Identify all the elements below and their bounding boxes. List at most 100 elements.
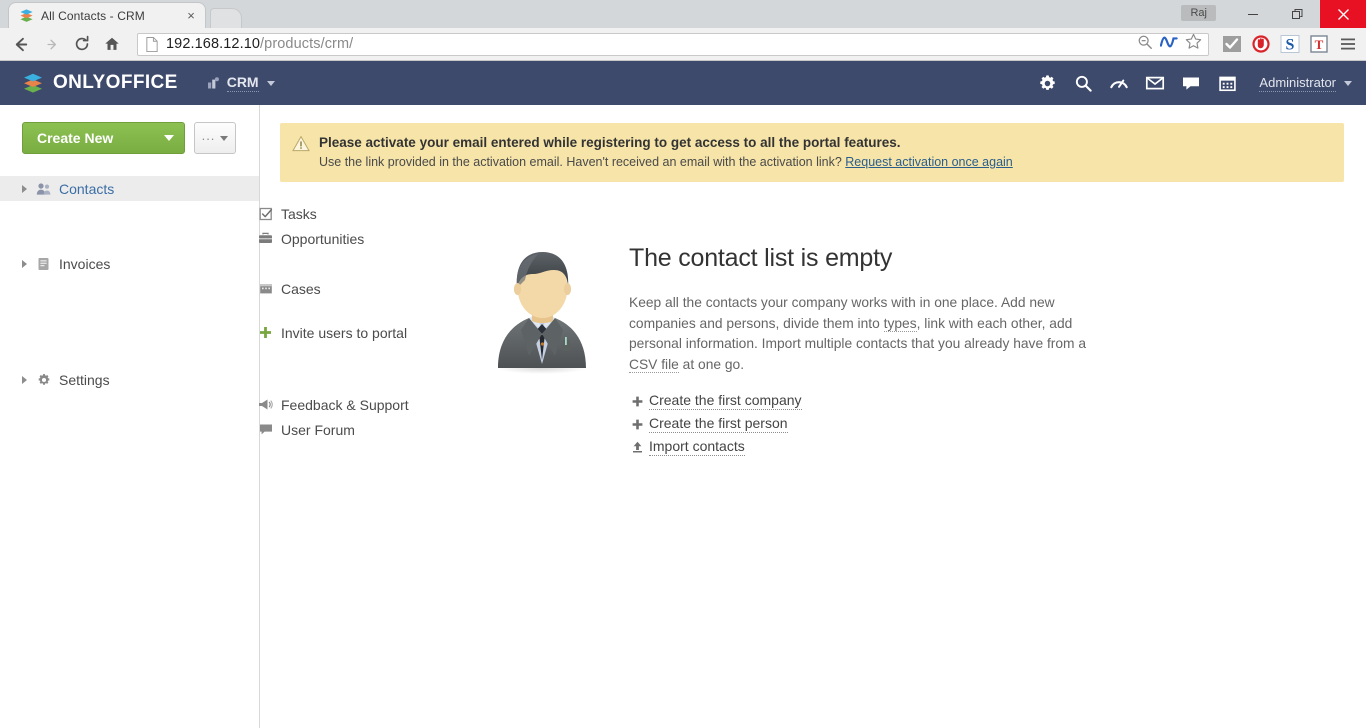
- feed-gauge-icon[interactable]: [1101, 68, 1137, 98]
- comment-icon: [257, 423, 274, 436]
- adblock-icon[interactable]: [1250, 34, 1271, 55]
- url-path: /products/crm/: [260, 36, 354, 52]
- mail-icon[interactable]: [1137, 68, 1173, 98]
- onlyoffice-stack-icon: [22, 72, 44, 94]
- sidebar-item-label: Settings: [59, 371, 110, 388]
- sidebar-item-user-forum[interactable]: User Forum: [0, 417, 355, 442]
- omnibox-icons: [1137, 33, 1204, 55]
- document-icon: [35, 257, 52, 271]
- sidebar-item-label: Feedback & Support: [281, 396, 409, 413]
- plus-icon: [629, 419, 645, 430]
- chevron-down-icon: [164, 135, 174, 141]
- banner-text: Please activate your email entered while…: [319, 134, 1013, 171]
- chrome-menu-icon[interactable]: [1337, 34, 1358, 55]
- sidebar-item-invite-users[interactable]: Invite users to portal: [0, 320, 407, 345]
- banner-headline: Please activate your email entered while…: [319, 135, 901, 150]
- action-label: Create the first person: [649, 415, 788, 433]
- bookmark-star-icon[interactable]: [1185, 33, 1202, 55]
- zoom-out-icon[interactable]: [1137, 34, 1153, 55]
- browser-tab[interactable]: All Contacts - CRM ×: [8, 2, 206, 28]
- sidebar-item-feedback-support[interactable]: Feedback & Support: [0, 392, 409, 417]
- more-actions-button[interactable]: ...: [194, 122, 236, 154]
- main-content: Please activate your email entered while…: [260, 105, 1366, 728]
- search-icon[interactable]: [1065, 68, 1101, 98]
- calendar-icon[interactable]: [1209, 68, 1245, 98]
- reload-icon[interactable]: [68, 31, 95, 58]
- restore-icon[interactable]: [1275, 0, 1320, 28]
- create-new-label: Create New: [37, 130, 114, 146]
- title-bar: All Contacts - CRM × Raj: [0, 0, 1366, 28]
- businessman-avatar-illustration: [485, 244, 600, 461]
- create-first-company-action[interactable]: Create the first company: [629, 392, 1099, 410]
- action-label: Create the first company: [649, 392, 802, 410]
- sidebar-item-label: Tasks: [281, 205, 317, 222]
- sidebar-item-label: Invite users to portal: [281, 324, 408, 341]
- desc-part-3: at one go.: [678, 356, 745, 372]
- empty-state-body: The contact list is empty Keep all the c…: [629, 244, 1099, 461]
- sidebar-item-settings[interactable]: Settings: [0, 367, 259, 392]
- banner-subtext-prefix: Use the link provided in the activation …: [319, 155, 842, 169]
- task-check-icon: [257, 207, 274, 221]
- create-first-person-action[interactable]: Create the first person: [629, 415, 1099, 433]
- user-badge[interactable]: Raj: [1181, 5, 1216, 21]
- empty-state-description: Keep all the contacts your company works…: [629, 293, 1099, 375]
- sidebar-item-opportunities[interactable]: Opportunities: [0, 226, 364, 251]
- sidebar-item-cases[interactable]: Cases: [0, 276, 321, 301]
- sidebar-nav: Contacts Tasks Opportunities Invoices Ca…: [0, 176, 409, 442]
- request-activation-link[interactable]: Request activation once again: [845, 155, 1012, 169]
- sidebar-item-label: User Forum: [281, 421, 355, 438]
- expand-arrow-icon[interactable]: [22, 375, 32, 384]
- address-bar[interactable]: 192.168.12.10/products/crm/: [137, 32, 1209, 56]
- sidebar-item-invoices[interactable]: Invoices: [0, 251, 259, 276]
- gear-icon[interactable]: [1029, 68, 1065, 98]
- plus-icon: [257, 326, 274, 339]
- sidebar-item-label: Invoices: [59, 255, 111, 272]
- action-label: Import contacts: [649, 438, 745, 456]
- url-host: 192.168.12.10: [166, 36, 261, 52]
- more-dots-label: ...: [201, 127, 216, 143]
- sidebar-item-contacts[interactable]: Contacts: [0, 176, 259, 201]
- back-arrow-icon[interactable]: [8, 31, 35, 58]
- svg-text:S: S: [1285, 37, 1294, 54]
- url-text: 192.168.12.10/products/crm/: [166, 36, 353, 52]
- sidebar-item-label: Contacts: [59, 180, 115, 197]
- chat-icon[interactable]: [1173, 68, 1209, 98]
- import-contacts-action[interactable]: Import contacts: [629, 438, 1099, 456]
- window-controls: Raj: [1181, 0, 1366, 28]
- tab-title: All Contacts - CRM: [41, 8, 145, 23]
- csv-file-term[interactable]: CSV file: [629, 356, 679, 373]
- activation-banner: Please activate your email entered while…: [280, 123, 1344, 182]
- empty-state: The contact list is empty Keep all the c…: [485, 244, 1366, 461]
- tab-close-icon[interactable]: ×: [183, 8, 199, 24]
- checkmark-extension-icon[interactable]: [1221, 34, 1242, 55]
- upload-icon: [629, 441, 645, 453]
- wave-icon[interactable]: [1159, 34, 1178, 55]
- create-new-button[interactable]: Create New: [22, 122, 185, 154]
- types-term[interactable]: types: [883, 315, 917, 332]
- sidebar-item-label: Opportunities: [281, 230, 365, 247]
- header-actions: Administrator: [1029, 68, 1352, 98]
- close-icon[interactable]: [1320, 0, 1366, 28]
- logo[interactable]: ONLYOFFICE: [22, 72, 178, 94]
- forward-arrow-icon[interactable]: [38, 31, 65, 58]
- expand-arrow-icon[interactable]: [22, 184, 32, 193]
- banner-subtext: Use the link provided in the activation …: [319, 154, 1013, 171]
- chevron-down-icon[interactable]: [1344, 80, 1352, 86]
- briefcase-icon: [257, 232, 274, 245]
- s-extension-icon[interactable]: S: [1279, 34, 1300, 55]
- minimize-icon[interactable]: [1230, 0, 1275, 28]
- new-tab-button[interactable]: [210, 8, 242, 28]
- megaphone-icon: [257, 398, 274, 411]
- home-icon[interactable]: [98, 31, 125, 58]
- chevron-down-icon: [266, 80, 275, 86]
- user-menu-label[interactable]: Administrator: [1259, 75, 1336, 92]
- sidebar: Create New ... Contacts Tasks Opportunit…: [0, 105, 409, 728]
- module-switcher[interactable]: CRM: [206, 74, 275, 92]
- page-body: Create New ... Contacts Tasks Opportunit…: [0, 105, 1366, 728]
- sidebar-item-tasks[interactable]: Tasks: [0, 201, 317, 226]
- page-document-icon: [145, 36, 160, 52]
- t-extension-icon[interactable]: T: [1308, 34, 1329, 55]
- expand-arrow-icon[interactable]: [22, 259, 32, 268]
